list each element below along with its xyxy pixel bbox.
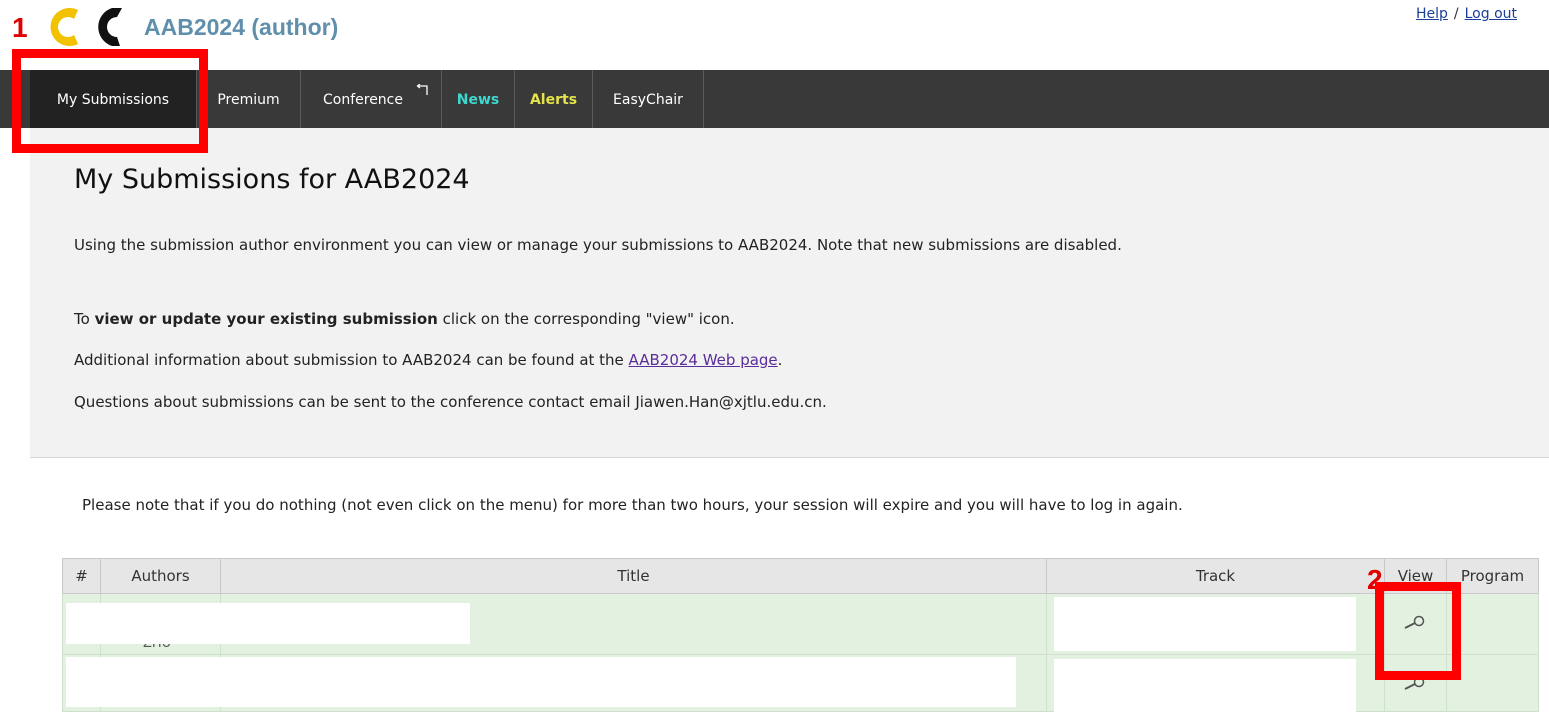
link-separator: / — [1453, 6, 1459, 22]
menu-easychair[interactable]: EasyChair — [593, 70, 704, 128]
menu-alerts[interactable]: Alerts — [515, 70, 593, 128]
menu-conference[interactable]: Conference — [301, 70, 442, 128]
top-links: Help / Log out — [1416, 6, 1517, 22]
menu-bar: My Submissions Premium Conference News A… — [0, 70, 1549, 128]
header-authors: Authors — [100, 558, 221, 594]
contact-info: Questions about submissions can be sent … — [74, 393, 827, 411]
app-title: AAB2024 (author) — [144, 14, 339, 40]
additional-info-prefix: Additional information about submission … — [74, 351, 629, 369]
view-instructions: To view or update your existing submissi… — [74, 308, 1354, 331]
menu-news[interactable]: News — [442, 70, 515, 128]
header: 1 AAB2024 (author) Help / Log out — [0, 0, 1549, 70]
info-panel: My Submissions for AAB2024 Using the sub… — [30, 128, 1549, 458]
header-track: Track — [1046, 558, 1385, 594]
header-title: Title — [220, 558, 1047, 594]
page-title: My Submissions for AAB2024 — [74, 164, 470, 195]
additional-info-suffix: . — [777, 351, 783, 369]
additional-info: Additional information about submission … — [74, 349, 1354, 372]
menu-premium[interactable]: Premium — [197, 70, 301, 128]
view-instructions-bold: view or update your existing submission — [94, 310, 438, 328]
menu-conference-label: Conference — [322, 92, 403, 108]
table-header-row: # Authors Title Track View Program — [62, 558, 1539, 594]
intro-paragraph: Using the submission author environment … — [74, 236, 1122, 254]
logout-link[interactable]: Log out — [1465, 6, 1517, 22]
annotation-box-my-submissions — [12, 49, 208, 153]
view-instructions-prefix: To — [74, 310, 95, 328]
external-link-icon — [416, 84, 428, 95]
conference-web-page-link[interactable]: AAB2024 Web page — [629, 351, 778, 369]
header-number: # — [62, 558, 101, 594]
session-expiry-note: Please note that if you do nothing (not … — [82, 496, 1183, 514]
easychair-logo-icon — [50, 8, 122, 46]
view-instructions-suffix: click on the corresponding "view" icon. — [437, 310, 735, 328]
annotation-box-view-icon — [1375, 582, 1461, 680]
redacted-row2-authors-title — [66, 657, 1016, 707]
annotation-number-1: 1 — [12, 12, 28, 43]
help-link[interactable]: Help — [1416, 6, 1448, 22]
redacted-row1-track — [1054, 597, 1356, 651]
redacted-row2-track — [1054, 659, 1356, 713]
redacted-row1-authors-title — [66, 603, 470, 644]
